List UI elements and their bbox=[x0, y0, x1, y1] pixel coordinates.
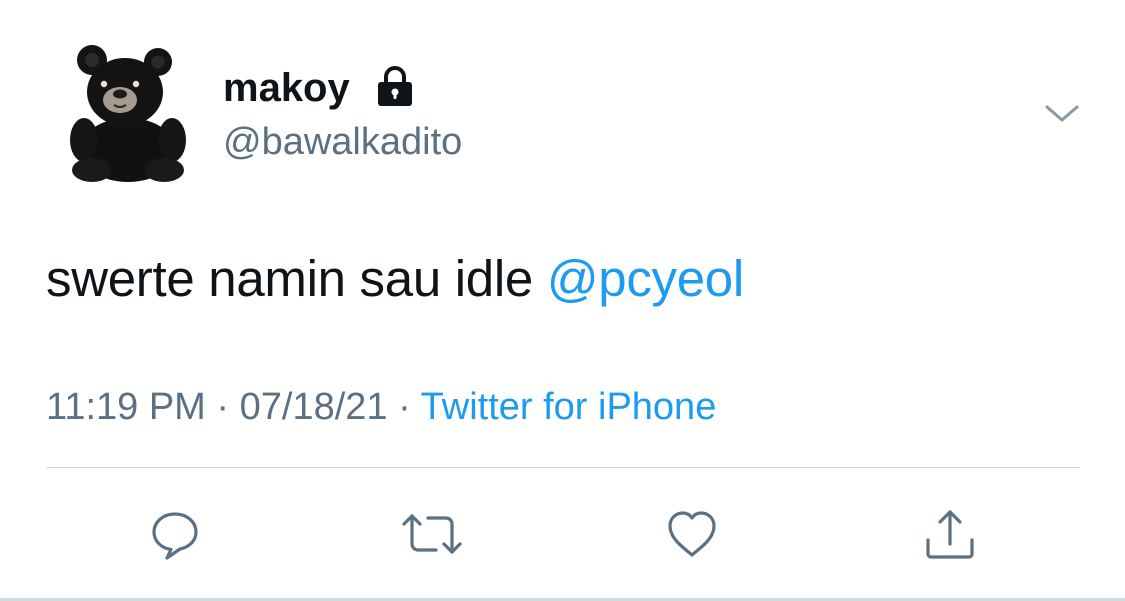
tweet-source[interactable]: Twitter for iPhone bbox=[421, 386, 717, 428]
tweet-card: makoy @bawalkadito swerte namin sau idle… bbox=[0, 0, 1125, 601]
share-button[interactable] bbox=[918, 502, 982, 566]
heart-icon bbox=[668, 511, 716, 557]
display-name[interactable]: makoy bbox=[223, 63, 350, 113]
divider bbox=[46, 467, 1080, 468]
like-button[interactable] bbox=[660, 502, 724, 566]
reply-button[interactable] bbox=[143, 502, 207, 566]
chevron-down-icon[interactable] bbox=[1044, 100, 1080, 128]
tweet-text: swerte namin sau idle @pcyeol bbox=[46, 247, 744, 311]
teddy-bear-avatar bbox=[70, 45, 186, 182]
comment-icon bbox=[152, 512, 198, 560]
meta-separator: · bbox=[387, 386, 421, 428]
tweet-meta: 11:19 PM · 07/18/21 · Twitter for iPhone bbox=[46, 382, 716, 432]
avatar[interactable] bbox=[62, 42, 194, 184]
lock-icon bbox=[374, 66, 416, 108]
tweet-time[interactable]: 11:19 PM bbox=[46, 386, 206, 428]
username[interactable]: @bawalkadito bbox=[223, 117, 462, 167]
retweet-button[interactable] bbox=[400, 502, 464, 566]
retweet-icon bbox=[402, 514, 462, 554]
mention-link[interactable]: @pcyeol bbox=[547, 250, 744, 307]
share-icon bbox=[926, 510, 974, 559]
meta-separator: · bbox=[205, 386, 240, 428]
tweet-date[interactable]: 07/18/21 bbox=[240, 386, 388, 428]
tweet-body: swerte namin sau idle bbox=[46, 250, 547, 307]
